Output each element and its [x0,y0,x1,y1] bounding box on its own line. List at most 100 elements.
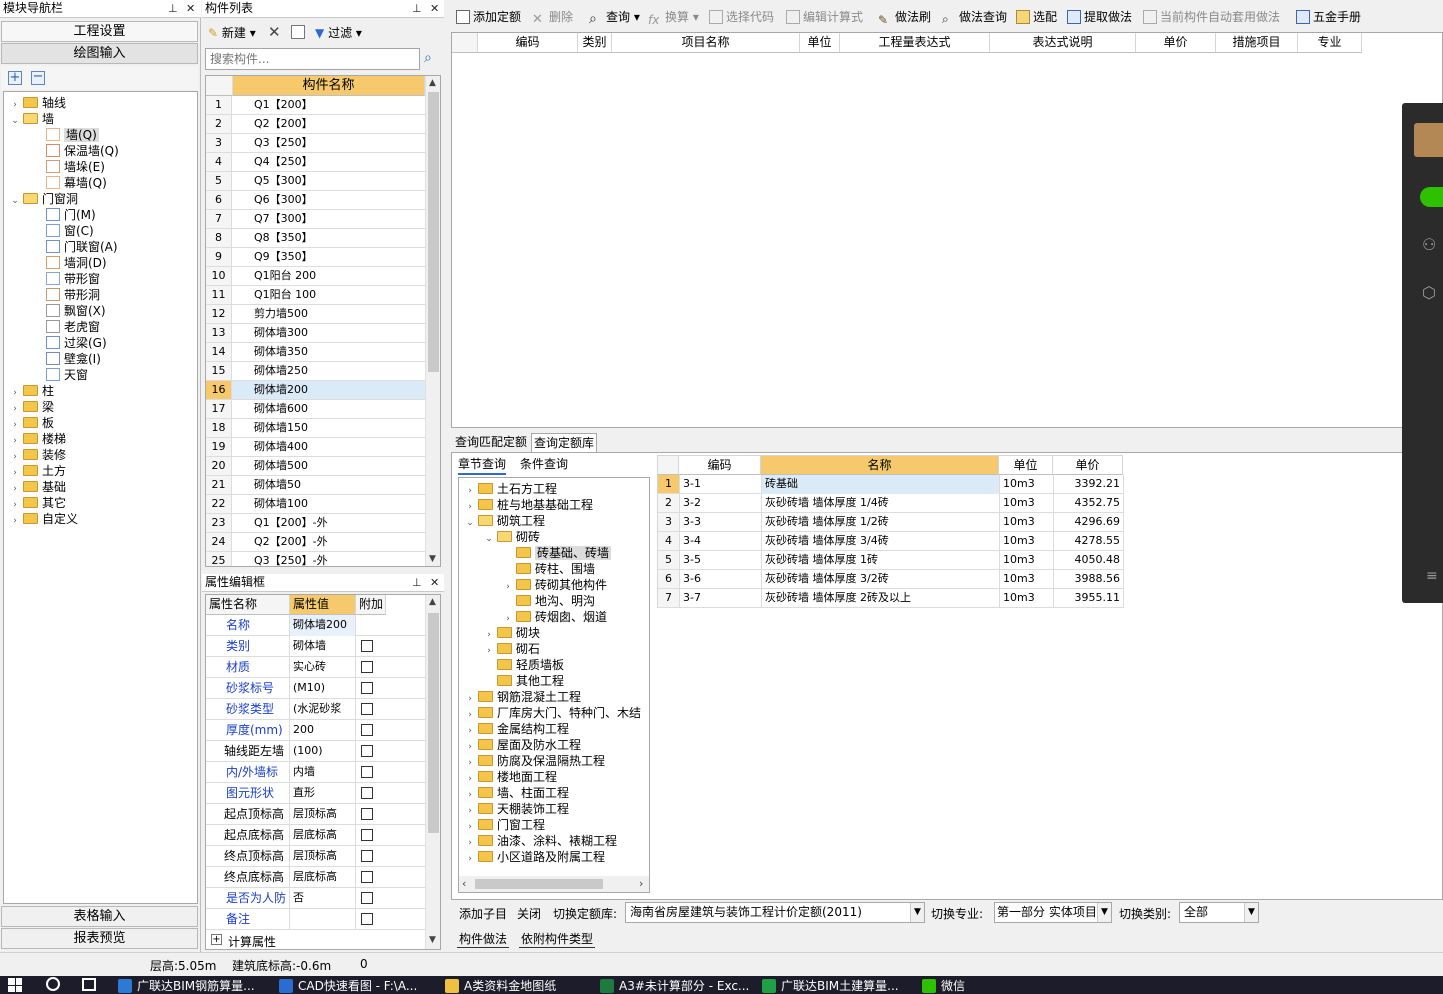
edit-formula-button[interactable]: 编辑计算式 [786,6,863,28]
property-extra-checkbox[interactable] [361,850,373,862]
tab-component-method[interactable]: 构件做法 [457,930,510,948]
component-name-cell[interactable]: Q3【250】-外 [251,552,421,566]
quota-unit-cell[interactable]: 10m3 [1000,532,1054,551]
property-value-cell[interactable]: 层底标高 [290,825,356,846]
nav-tree-item[interactable]: 带形窗 [46,271,100,287]
avatar[interactable] [1414,123,1443,157]
component-name-cell[interactable]: 砌体墙50 [251,476,421,494]
component-name-cell[interactable]: Q1【200】 [251,96,421,114]
component-row[interactable]: 2 Q2【200】 [206,115,425,134]
quota-name-header[interactable]: 名称 [761,455,999,475]
table-input-button[interactable]: 表格输入 [1,906,198,927]
scroll-thumb[interactable] [475,879,603,889]
component-row[interactable]: 25 Q3【250】-外 [206,552,425,566]
component-name-cell[interactable]: Q5【300】 [251,172,421,190]
method-grid-header[interactable]: 表达式说明 [990,33,1136,53]
menu-icon[interactable]: ≡ [1426,568,1438,584]
chevron-right-icon[interactable]: › [10,513,20,529]
new-button[interactable]: ✎ 新建 ▾ [208,24,256,42]
chapter-hscrollbar[interactable]: ‹ › [459,876,649,892]
component-row[interactable]: 24 Q2【200】-外 [206,533,425,552]
quota-price-cell[interactable]: 4278.55 [1054,532,1124,551]
property-extra-checkbox[interactable] [361,892,373,904]
component-row[interactable]: 20 砌体墙500 [206,457,425,476]
tab-condition-query[interactable]: 条件查询 [520,455,568,473]
property-extra-checkbox[interactable] [361,871,373,883]
component-row[interactable]: 16 砌体墙200 [206,381,425,400]
quota-code-header[interactable]: 编码 [679,455,761,475]
close-icon[interactable]: ✕ [430,574,439,591]
tab-chapter-query[interactable]: 章节查询 [458,455,507,475]
component-row[interactable]: 18 砌体墙150 [206,419,425,438]
chevron-right-icon[interactable]: › [465,851,475,867]
taskbar-app[interactable]: 微信 [922,978,965,994]
property-row[interactable]: 材质 实心砖 [206,657,425,678]
scroll-up-icon[interactable]: ▲ [429,78,436,88]
delete-component-icon[interactable]: ✕ [268,23,281,41]
quota-unit-cell[interactable]: 10m3 [1000,551,1054,570]
property-row[interactable]: 轴线距左墙 (100) [206,741,425,762]
close-icon[interactable]: ✕ [186,0,195,17]
chapter-tree-item[interactable]: 砖基础、砖墙 [503,545,612,561]
nav-tree-item[interactable]: 老虎窗 [46,319,100,335]
component-name-cell[interactable]: Q1阳台 100 [251,286,421,304]
quota-row[interactable]: 4 3-4 灰砂砖墙 墙体厚度 3/4砖 10m3 4278.55 [657,532,1124,551]
component-scrollbar[interactable]: ▲ ▼ [425,76,440,566]
task-view-icon[interactable] [82,978,96,991]
component-row[interactable]: 22 砌体墙100 [206,495,425,514]
property-value-cell[interactable]: 层顶标高 [290,846,356,867]
component-name-cell[interactable]: 砌体墙500 [251,457,421,475]
property-row[interactable]: 名称 砌体墙200 [206,615,425,636]
component-row[interactable]: 5 Q5【300】 [206,172,425,191]
expand-all-icon[interactable]: + [8,71,22,85]
close-query-button[interactable]: 关闭 [517,905,541,922]
nav-tree-item[interactable]: 窗(C) [46,223,94,239]
property-extra-checkbox[interactable] [361,661,373,673]
component-name-cell[interactable]: Q9【350】 [251,248,421,266]
nav-tree-item[interactable]: 带形洞 [46,287,100,303]
component-name-cell[interactable]: 砌体墙200 [251,381,421,399]
property-value-cell[interactable]: 砌体墙 [290,636,356,657]
nav-tree-item[interactable]: 墙洞(D) [46,255,107,271]
select-match-button[interactable]: 选配 [1016,6,1057,28]
component-row[interactable]: 9 Q9【350】 [206,248,425,267]
scroll-left-icon[interactable]: ‹ [462,877,466,890]
property-row[interactable]: 图元形状 直形 [206,783,425,804]
drawing-input-button[interactable]: 绘图输入 [1,43,198,64]
property-row[interactable]: 内/外墙标 内墙 [206,762,425,783]
property-row[interactable]: 终点底标高 层底标高 [206,867,425,888]
component-row[interactable]: 6 Q6【300】 [206,191,425,210]
component-name-cell[interactable]: Q2【200】-外 [251,533,421,551]
method-grid-header[interactable]: 专业 [1298,33,1362,53]
property-extra-checkbox[interactable] [361,913,373,925]
method-query-button[interactable]: ⌕ 做法查询 [942,6,1007,28]
component-name-cell[interactable]: 砌体墙400 [251,438,421,456]
component-name-cell[interactable]: Q7【300】 [251,210,421,228]
property-scrollbar[interactable]: ▲ ▼ [425,595,440,949]
pin-icon[interactable]: ⊥ [412,0,422,17]
component-row[interactable]: 13 砌体墙300 [206,324,425,343]
convert-button[interactable]: fx 换算 ▾ [648,6,699,28]
project-settings-button[interactable]: 工程设置 [1,21,198,42]
chevron-down-icon[interactable]: ⌄ [10,193,20,209]
chevron-down-icon[interactable]: ▼ [1097,903,1111,922]
method-grid-header[interactable]: 措施项目 [1216,33,1298,53]
chevron-down-icon[interactable]: ⌄ [10,113,20,129]
property-row[interactable]: 砂浆标号 (M10) [206,678,425,699]
chevron-down-icon[interactable]: ⌄ [465,515,475,531]
taskbar-app[interactable]: 广联达BIM钢筋算量... [118,978,255,994]
taskbar-app[interactable]: A3#未计算部分 - Exc... [600,978,749,994]
chapter-tree-item[interactable]: 其他工程 [484,673,564,689]
property-extra-checkbox[interactable] [361,682,373,694]
quota-price-cell[interactable]: 4050.48 [1054,551,1124,570]
quota-unit-cell[interactable]: 10m3 [1000,589,1054,608]
quota-code-cell[interactable]: 3-4 [680,532,762,551]
property-value-cell[interactable]: 200 [290,720,356,741]
property-row[interactable]: 厚度(mm) 200 [206,720,425,741]
property-value-cell[interactable]: 砌体墙200 [290,615,356,636]
quota-unit-cell[interactable]: 10m3 [1000,475,1054,494]
component-row[interactable]: 19 砌体墙400 [206,438,425,457]
component-search-input[interactable] [205,48,420,70]
component-row[interactable]: 8 Q8【350】 [206,229,425,248]
quota-row[interactable]: 5 3-5 灰砂砖墙 墙体厚度 1砖 10m3 4050.48 [657,551,1124,570]
